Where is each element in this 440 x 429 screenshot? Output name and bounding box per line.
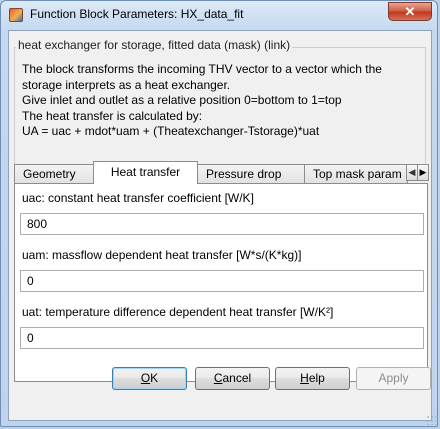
ok-mnemonic: O [140, 371, 151, 385]
simulink-app-icon [9, 8, 23, 22]
cancel-label-rest: ancel [222, 371, 252, 385]
description-line: Give inlet and outlet as a relative posi… [22, 93, 342, 107]
block-description: The block transforms the incoming THV ve… [22, 62, 422, 140]
dialog-window: Function Block Parameters: HX_data_fit ✕… [0, 0, 438, 427]
uac-input[interactable]: 800 [20, 213, 424, 235]
chevron-right-icon: ▶ [419, 167, 427, 177]
apply-button[interactable]: Apply [356, 367, 431, 390]
description-line: The block transforms the incoming THV ve… [22, 62, 382, 76]
description-line: The heat transfer is calculated by: [22, 108, 203, 123]
ok-label-rest: K [150, 371, 159, 385]
heat-transfer-panel: uac: constant heat transfer coefficient … [14, 183, 428, 382]
title-bar[interactable]: Function Block Parameters: HX_data_fit ✕ [1, 1, 437, 29]
resize-grip[interactable] [426, 415, 436, 425]
cancel-button[interactable]: Cancel [195, 367, 270, 390]
chevron-left-icon: ◀ [408, 167, 416, 177]
close-icon: ✕ [404, 4, 416, 19]
uam-input[interactable]: 0 [20, 270, 424, 292]
uat-label: uat: temperature difference dependent he… [22, 305, 334, 319]
close-button[interactable]: ✕ [388, 2, 432, 21]
description-line: UA = uac + mdot*uam + (Theatexchanger-Ts… [22, 124, 320, 138]
uat-input[interactable]: 0 [20, 327, 424, 349]
uac-label: uac: constant heat transfer coefficient … [22, 191, 254, 205]
ok-button[interactable]: OK [112, 367, 187, 390]
window-title: Function Block Parameters: HX_data_fit [30, 7, 244, 21]
tab-scroll-right-button[interactable]: ▶ [417, 164, 429, 181]
tab-strip: Geometry Heat transfer Pressure drop Top… [14, 161, 429, 184]
tab-pressure-drop[interactable]: Pressure drop [197, 164, 305, 183]
tab-geometry[interactable]: Geometry [14, 164, 94, 183]
tab-top-mask-parameters[interactable]: Top mask param [304, 164, 408, 183]
description-line: storage interprets as a heat exchanger. [22, 77, 231, 92]
help-button[interactable]: Help [275, 367, 350, 390]
help-mnemonic: H [300, 371, 309, 385]
dialog-body: heat exchanger for storage, fitted data … [8, 30, 432, 421]
tab-heat-transfer[interactable]: Heat transfer [93, 161, 198, 184]
help-label-rest: elp [308, 371, 325, 385]
uam-label: uam: massflow dependent heat transfer [W… [22, 248, 302, 262]
mask-header: heat exchanger for storage, fitted data … [16, 38, 293, 52]
